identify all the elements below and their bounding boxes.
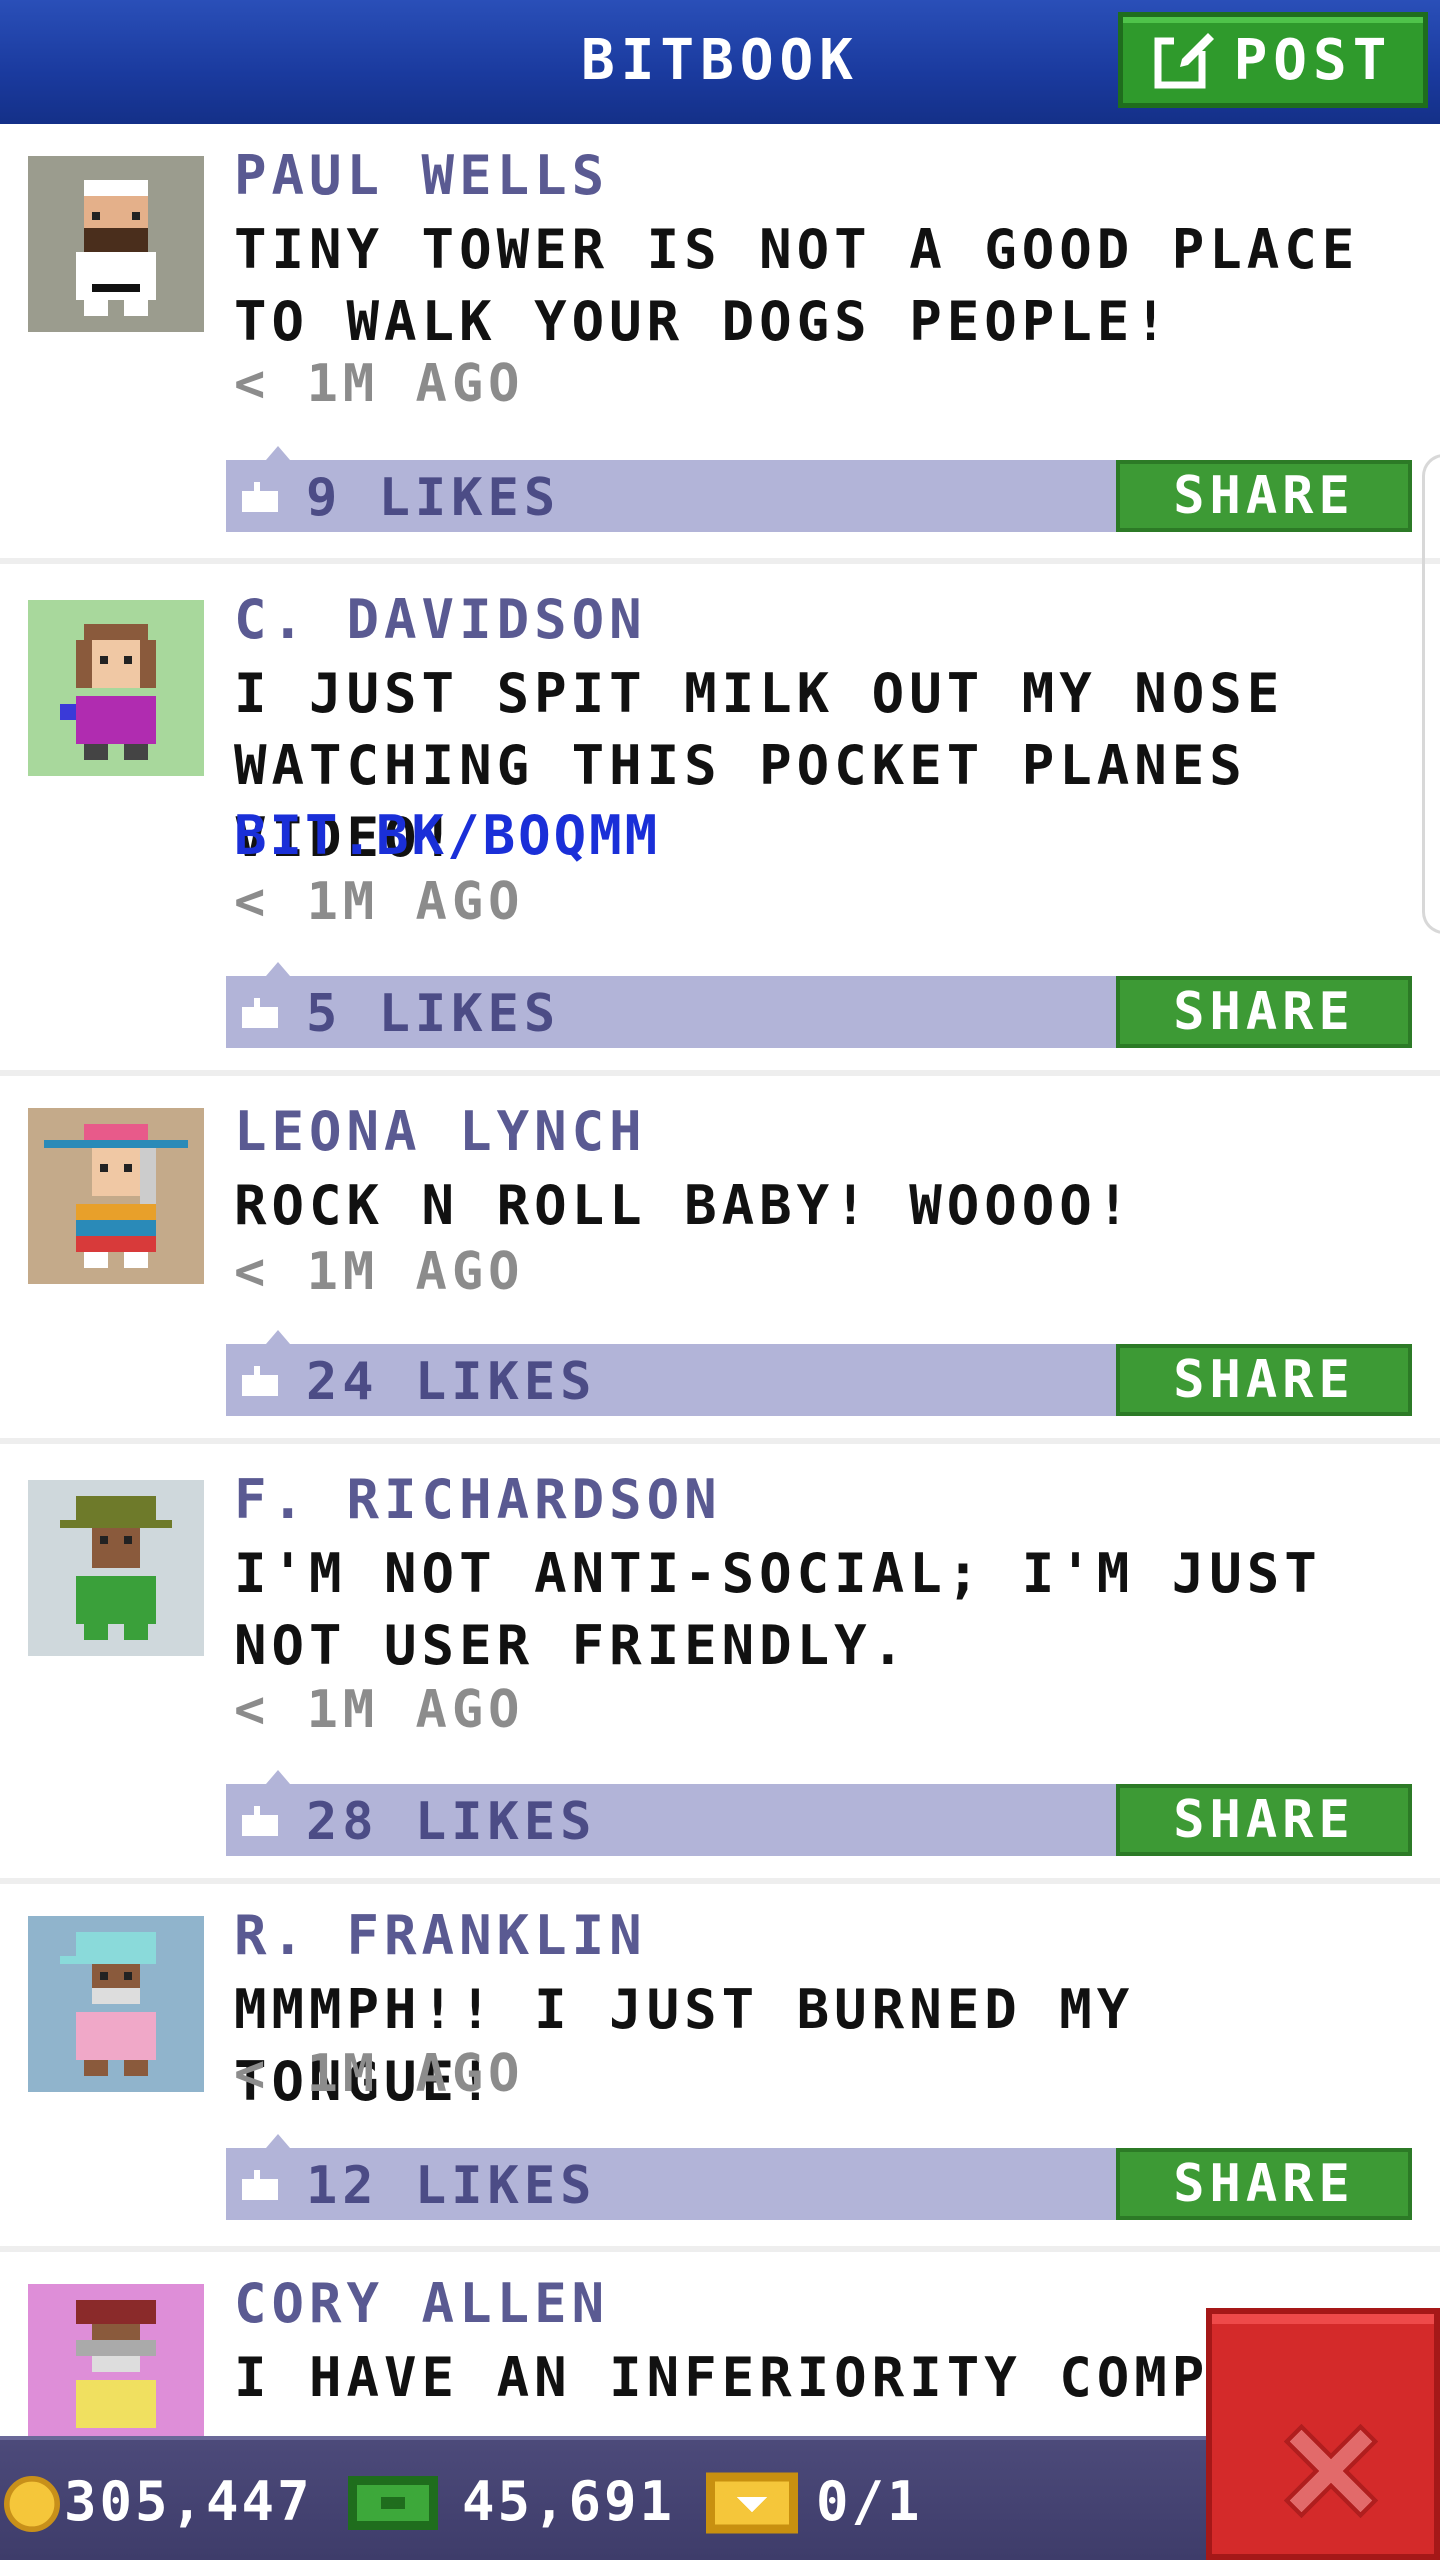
post-text: TINY TOWER IS NOT A GOOD PLACE TO WALK Y… — [234, 218, 1360, 353]
like-count: 5 LIKES — [306, 984, 561, 1044]
thumbs-up-icon — [242, 482, 278, 512]
like-bar[interactable]: 5 LIKES SHARE — [226, 962, 1412, 1048]
share-button-label: SHARE — [1173, 1790, 1355, 1850]
feed[interactable]: PAUL WELLS TINY TOWER IS NOT A GOOD PLAC… — [0, 124, 1440, 2436]
share-button[interactable]: SHARE — [1116, 1784, 1412, 1856]
ticket-counter: 0/1 — [816, 2470, 923, 2533]
feed-post: PAUL WELLS TINY TOWER IS NOT A GOOD PLAC… — [0, 124, 1440, 564]
like-count: 12 LIKES — [306, 2156, 597, 2216]
close-icon — [1283, 2423, 1379, 2519]
ticket-icon — [706, 2472, 798, 2534]
thumbs-up-icon — [242, 2170, 278, 2200]
post-link[interactable]: BIT.BK/BOQMM — [234, 804, 660, 867]
share-button[interactable]: SHARE — [1116, 976, 1412, 1048]
like-bar[interactable]: 24 LIKES SHARE — [226, 1330, 1412, 1416]
like-bar-notch — [266, 1770, 290, 1784]
avatar[interactable] — [28, 1108, 204, 1284]
post-time: < 1M AGO — [234, 1242, 525, 1302]
like-count: 28 LIKES — [306, 1792, 597, 1852]
post-text: ROCK N ROLL BABY! WOOOO! — [234, 1174, 1135, 1237]
avatar[interactable] — [28, 156, 204, 332]
post-author[interactable]: C. DAVIDSON — [234, 588, 647, 651]
feed-post: F. RICHARDSON I'M NOT ANTI-SOCIAL; I'M J… — [0, 1444, 1440, 1884]
edit-icon — [1154, 29, 1216, 89]
post-text: I'M NOT ANTI-SOCIAL; I'M JUST NOT USER F… — [234, 1542, 1322, 1677]
bux-icon — [348, 2476, 438, 2530]
scrollbar[interactable] — [1422, 454, 1440, 934]
like-count: 24 LIKES — [306, 1352, 597, 1412]
share-button-label: SHARE — [1173, 982, 1355, 1042]
share-button-label: SHARE — [1173, 2154, 1355, 2214]
close-button[interactable] — [1206, 2308, 1440, 2560]
post-time: < 1M AGO — [234, 2044, 525, 2104]
feed-post: R. FRANKLIN MMMPH!! I JUST BURNED MY TON… — [0, 1884, 1440, 2252]
share-button[interactable]: SHARE — [1116, 1344, 1412, 1416]
feed-post: LEONA LYNCH ROCK N ROLL BABY! WOOOO! < 1… — [0, 1076, 1440, 1444]
like-bar-notch — [266, 2134, 290, 2148]
avatar[interactable] — [28, 2284, 204, 2436]
like-bar[interactable]: 28 LIKES SHARE — [226, 1770, 1412, 1856]
post-time: < 1M AGO — [234, 354, 525, 414]
thumbs-up-icon — [242, 998, 278, 1028]
like-bar-notch — [266, 446, 290, 460]
share-button-label: SHARE — [1173, 466, 1355, 526]
share-button[interactable]: SHARE — [1116, 460, 1412, 532]
post-time: < 1M AGO — [234, 1680, 525, 1740]
share-button-label: SHARE — [1173, 1350, 1355, 1410]
avatar[interactable] — [28, 600, 204, 776]
bux-counter: 45,691 — [462, 2470, 676, 2533]
feed-post: C. DAVIDSON I JUST SPIT MILK OUT MY NOSE… — [0, 564, 1440, 1076]
post-author[interactable]: F. RICHARDSON — [234, 1468, 722, 1531]
share-button[interactable]: SHARE — [1116, 2148, 1412, 2220]
post-button-label: POST — [1233, 27, 1393, 93]
like-bar[interactable]: 9 LIKES SHARE — [226, 446, 1412, 532]
thumbs-up-icon — [242, 1806, 278, 1836]
like-bar[interactable]: 12 LIKES SHARE — [226, 2134, 1412, 2220]
post-author[interactable]: CORY ALLEN — [234, 2272, 609, 2335]
top-bar: BITBOOK POST — [0, 0, 1440, 124]
avatar[interactable] — [28, 1480, 204, 1656]
coins-counter: 305,447 — [64, 2470, 313, 2533]
avatar[interactable] — [28, 1916, 204, 2092]
like-bar-notch — [266, 962, 290, 976]
coin-icon — [4, 2476, 60, 2532]
post-time: < 1M AGO — [234, 872, 525, 932]
post-author[interactable]: LEONA LYNCH — [234, 1100, 647, 1163]
thumbs-up-icon — [242, 1366, 278, 1396]
like-count: 9 LIKES — [306, 468, 561, 528]
like-bar-notch — [266, 1330, 290, 1344]
post-author[interactable]: PAUL WELLS — [234, 144, 609, 207]
post-author[interactable]: R. FRANKLIN — [234, 1904, 647, 1967]
post-button[interactable]: POST — [1118, 12, 1428, 108]
